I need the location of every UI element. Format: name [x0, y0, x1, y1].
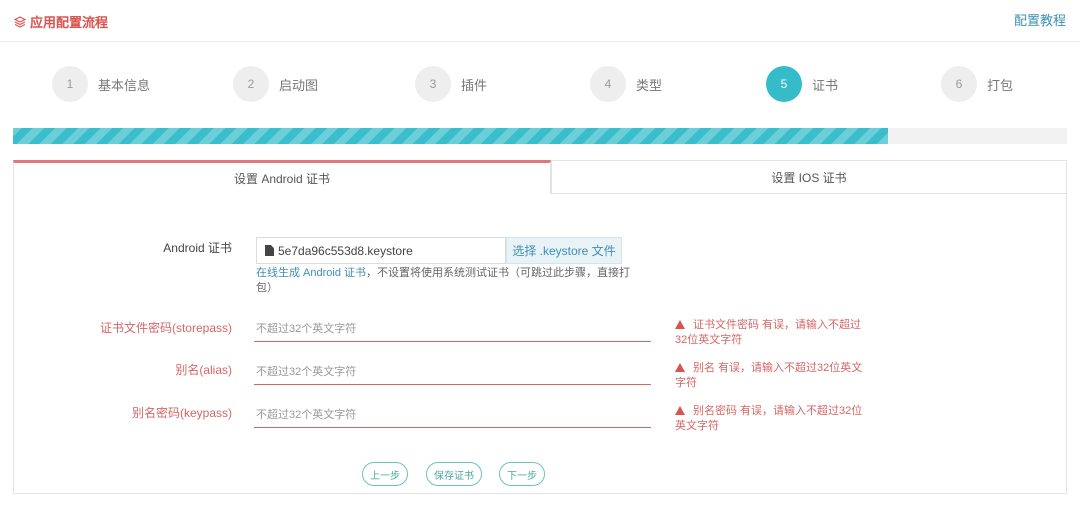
step-label: 证书	[812, 77, 839, 93]
keystore-file-display: 5e7da96c553d8.keystore	[256, 237, 506, 264]
certificate-tabs: 设置 Android 证书 设置 IOS 证书	[13, 160, 1067, 194]
step-label: 打包	[987, 77, 1014, 93]
alias-error-text: 别名 有误，请输入不超过32位英文字符	[675, 362, 863, 389]
alias-label: 别名(alias)	[175, 363, 232, 377]
step-3: 3 插件	[415, 64, 487, 104]
file-icon	[265, 245, 274, 256]
next-step-button[interactable]: 下一步	[499, 462, 545, 486]
step-number: 4	[590, 66, 626, 102]
save-certificate-button[interactable]: 保存证书	[426, 462, 482, 486]
progress-bar	[13, 128, 1067, 144]
step-6: 6 打包	[941, 64, 1013, 104]
keypass-error: 别名密码 有误，请输入不超过32位英文字符	[675, 404, 865, 434]
storepass-error: 证书文件密码 有误，请输入不超过32位英文字符	[675, 318, 865, 348]
choose-keystore-button[interactable]: 选择 .keystore 文件	[506, 237, 622, 264]
step-label: 启动图	[279, 77, 319, 93]
step-2: 2 启动图	[233, 64, 318, 104]
alias-error: 别名 有误，请输入不超过32位英文字符	[675, 361, 865, 391]
prev-step-button[interactable]: 上一步	[362, 462, 408, 486]
generate-cert-link[interactable]: 在线生成 Android 证书	[256, 267, 366, 279]
step-label: 插件	[461, 77, 488, 93]
cert-hint: 在线生成 Android 证书，不设置将使用系统测试证书（可跳过此步骤，直接打包…	[256, 266, 636, 296]
page-title-text: 应用配置流程	[30, 15, 109, 30]
keypass-error-text: 别名密码 有误，请输入不超过32位英文字符	[675, 405, 863, 432]
layers-icon	[14, 15, 26, 28]
warning-icon	[675, 363, 685, 372]
step-number: 5	[766, 66, 802, 102]
tab-android-certificate[interactable]: 设置 Android 证书	[13, 160, 551, 194]
step-label: 基本信息	[98, 77, 151, 93]
page-title: 应用配置流程	[14, 12, 108, 31]
android-cert-label: Android 证书	[163, 241, 232, 255]
page: 应用配置流程 配置教程 1 基本信息 2 启动图 3 插件 4 类型 5 证书 …	[0, 0, 1080, 510]
keypass-input[interactable]	[254, 402, 651, 428]
keystore-file-name: 5e7da96c553d8.keystore	[278, 243, 413, 258]
storepass-input[interactable]	[254, 316, 651, 342]
alias-input[interactable]	[254, 359, 651, 385]
warning-icon	[675, 320, 685, 329]
keypass-label: 别名密码(keypass)	[131, 406, 232, 420]
config-tutorial-link[interactable]: 配置教程	[1014, 10, 1066, 29]
step-4: 4 类型	[590, 64, 662, 104]
storepass-label: 证书文件密码(storepass)	[99, 321, 232, 335]
header: 应用配置流程 配置教程	[0, 0, 1080, 42]
step-number: 3	[415, 66, 451, 102]
step-label: 类型	[636, 77, 663, 93]
step-1: 1 基本信息	[52, 64, 150, 104]
warning-icon	[675, 406, 685, 415]
step-indicator: 1 基本信息 2 启动图 3 插件 4 类型 5 证书 6 打包	[0, 64, 1080, 104]
progress-bar-fill	[13, 128, 888, 144]
step-number: 6	[941, 66, 977, 102]
storepass-error-text: 证书文件密码 有误，请输入不超过32位英文字符	[675, 319, 862, 346]
step-number: 1	[52, 66, 88, 102]
tab-ios-certificate[interactable]: 设置 IOS 证书	[551, 160, 1067, 194]
step-number: 2	[233, 66, 269, 102]
step-5: 5 证书	[766, 64, 838, 104]
